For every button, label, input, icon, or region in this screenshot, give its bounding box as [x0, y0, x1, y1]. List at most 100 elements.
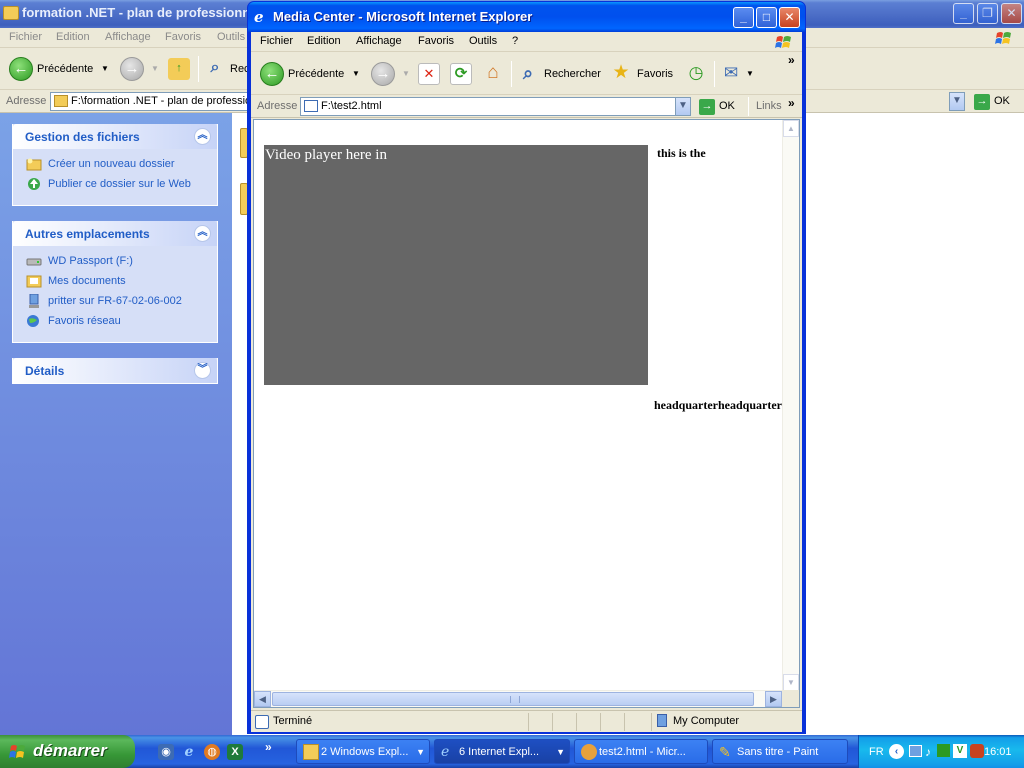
status-text: Terminé — [273, 715, 313, 727]
stop-icon[interactable]: ✕ — [418, 63, 440, 85]
search-icon[interactable]: ⌕ — [204, 58, 226, 80]
quicklaunch-app-icon[interactable]: ◉ — [158, 744, 174, 760]
search-icon[interactable]: ⌕ — [517, 63, 539, 85]
menu-fichier[interactable]: Fichier — [260, 35, 293, 47]
language-indicator[interactable]: FR — [869, 746, 884, 758]
panel-header[interactable]: Détails ︾ — [13, 358, 217, 383]
back-arrow-icon[interactable]: ← — [9, 57, 33, 81]
history-icon[interactable]: ◷ — [685, 63, 707, 85]
toolbar-separator — [198, 56, 199, 82]
maximize-button[interactable]: □ — [756, 7, 777, 28]
menu-edition[interactable]: Edition — [307, 35, 341, 47]
tray-app-icon[interactable] — [970, 744, 984, 758]
volume-icon[interactable]: ♪ — [925, 745, 931, 759]
restore-button[interactable]: ❐ — [977, 3, 998, 24]
collapse-icon[interactable]: ︽ — [194, 225, 211, 242]
panel-header[interactable]: Autres emplacements ︽ — [13, 221, 217, 246]
menu-favoris[interactable]: Favoris — [418, 35, 454, 47]
menu-favoris[interactable]: Favoris — [165, 31, 201, 43]
drive-icon — [26, 258, 42, 266]
start-button[interactable]: démarrer — [0, 735, 135, 768]
vertical-scrollbar[interactable]: ▲ ▼ — [782, 120, 799, 691]
links-label[interactable]: Links — [756, 100, 782, 112]
go-button[interactable]: → OK — [972, 93, 1010, 111]
address-input[interactable]: F:\formation .NET - plan de professio — [50, 92, 250, 111]
collapse-icon[interactable]: ︽ — [194, 128, 211, 145]
panel-header[interactable]: Gestion des fichiers ︽ — [13, 124, 217, 149]
place-network-computer[interactable]: pritter sur FR-67-02-06-002 — [13, 292, 217, 312]
toolbar-chevron-icon[interactable]: » — [788, 47, 795, 73]
task-publish-web[interactable]: Publier ce dossier sur le Web — [13, 175, 217, 195]
horizontal-scrollbar[interactable]: ◀ ▶ — [254, 690, 783, 707]
scroll-corner — [782, 690, 799, 707]
quicklaunch-ie-icon[interactable]: e — [181, 744, 197, 760]
back-label[interactable]: Précédente — [37, 56, 93, 82]
forward-arrow-icon[interactable]: → — [371, 62, 395, 86]
mail-dropdown-icon[interactable]: ▼ — [746, 61, 754, 87]
minimize-button[interactable]: _ — [953, 3, 974, 24]
security-icon[interactable] — [937, 744, 950, 757]
menu-outils[interactable]: Outils — [217, 31, 245, 43]
scroll-left-icon[interactable]: ◀ — [254, 691, 271, 707]
menu-affichage[interactable]: Affichage — [356, 35, 402, 47]
scroll-up-icon[interactable]: ▲ — [783, 120, 799, 137]
back-arrow-icon[interactable]: ← — [260, 62, 284, 86]
menu-fichier[interactable]: Fichier — [9, 31, 42, 43]
quicklaunch-excel-icon[interactable]: X — [227, 744, 243, 760]
place-my-documents[interactable]: Mes documents — [13, 272, 217, 292]
ie-title-bar[interactable]: e Media Center - Microsoft Internet Expl… — [248, 2, 805, 32]
quicklaunch-media-icon[interactable]: ◍ — [204, 744, 220, 760]
menu-edition[interactable]: Edition — [56, 31, 90, 43]
folder-icon — [54, 95, 68, 107]
close-button[interactable]: ✕ — [1001, 3, 1022, 24]
panel-title: Gestion des fichiers — [25, 130, 140, 144]
scroll-down-icon[interactable]: ▼ — [783, 674, 799, 691]
quicklaunch-chevron-icon[interactable]: » — [265, 740, 272, 754]
address-dropdown-icon[interactable]: ▼ — [675, 97, 691, 116]
vm-icon[interactable]: V — [953, 744, 967, 758]
scroll-thumb[interactable] — [272, 692, 754, 706]
folder-up-icon[interactable]: ↑ — [168, 58, 190, 80]
toolbar-separator — [748, 97, 749, 116]
forward-dropdown-icon[interactable]: ▼ — [402, 61, 410, 87]
place-network-favorites[interactable]: Favoris réseau — [13, 312, 217, 332]
back-label[interactable]: Précédente — [288, 61, 344, 87]
task-paint[interactable]: ✎ Sans titre - Paint — [712, 739, 848, 764]
menu-affichage[interactable]: Affichage — [105, 31, 151, 43]
task-internet-explorer[interactable]: e 6 Internet Expl... ▼ — [434, 739, 570, 764]
address-input[interactable]: F:\test2.html — [300, 97, 676, 116]
favorites-label[interactable]: Favoris — [637, 61, 673, 87]
forward-dropdown-icon[interactable]: ▼ — [151, 56, 159, 82]
favorites-star-icon[interactable]: ★ — [610, 63, 632, 85]
toolbar-separator — [714, 61, 715, 87]
menu-outils[interactable]: Outils — [469, 35, 497, 47]
scroll-right-icon[interactable]: ▶ — [765, 691, 782, 707]
menu-help[interactable]: ? — [512, 35, 518, 47]
place-wd-passport[interactable]: WD Passport (F:) — [13, 252, 217, 272]
clock[interactable]: 16:01 — [984, 746, 1012, 758]
refresh-icon[interactable]: ⟳ — [450, 63, 472, 85]
folder-icon — [303, 744, 319, 760]
forward-arrow-icon[interactable]: → — [120, 57, 144, 81]
minimize-button[interactable]: _ — [733, 7, 754, 28]
expand-icon[interactable]: ︾ — [194, 362, 211, 379]
back-dropdown-icon[interactable]: ▼ — [352, 61, 360, 87]
search-label[interactable]: Rechercher — [544, 61, 601, 87]
close-button[interactable]: ✕ — [779, 7, 800, 28]
links-chevron-icon[interactable]: » — [788, 96, 795, 110]
task-test2-html[interactable]: test2.html - Micr... — [574, 739, 708, 764]
mail-icon[interactable]: ✉ — [720, 63, 742, 85]
ie-client-area: Fichier Edition Affichage Favoris Outils… — [251, 32, 802, 732]
task-pane: Gestion des fichiers ︽ Créer un nouveau … — [0, 113, 232, 735]
status-cell — [600, 713, 624, 731]
back-dropdown-icon[interactable]: ▼ — [101, 56, 109, 82]
task-windows-explorer[interactable]: 2 Windows Expl... ▼ — [296, 739, 430, 764]
tray-expand-icon[interactable]: ‹ — [889, 744, 904, 759]
task-new-folder[interactable]: Créer un nouveau dossier — [13, 155, 217, 175]
network-icon[interactable] — [909, 745, 922, 757]
video-player-placeholder[interactable]: Video player here in — [264, 145, 648, 385]
home-icon[interactable]: ⌂ — [482, 63, 504, 85]
ie-toolbar: ← Précédente ▼ → ▼ ✕ ⟳ ⌂ ⌕ Rechercher ★ … — [251, 53, 802, 95]
address-dropdown-icon[interactable]: ▼ — [949, 92, 965, 111]
go-button[interactable]: → OK — [697, 98, 735, 116]
